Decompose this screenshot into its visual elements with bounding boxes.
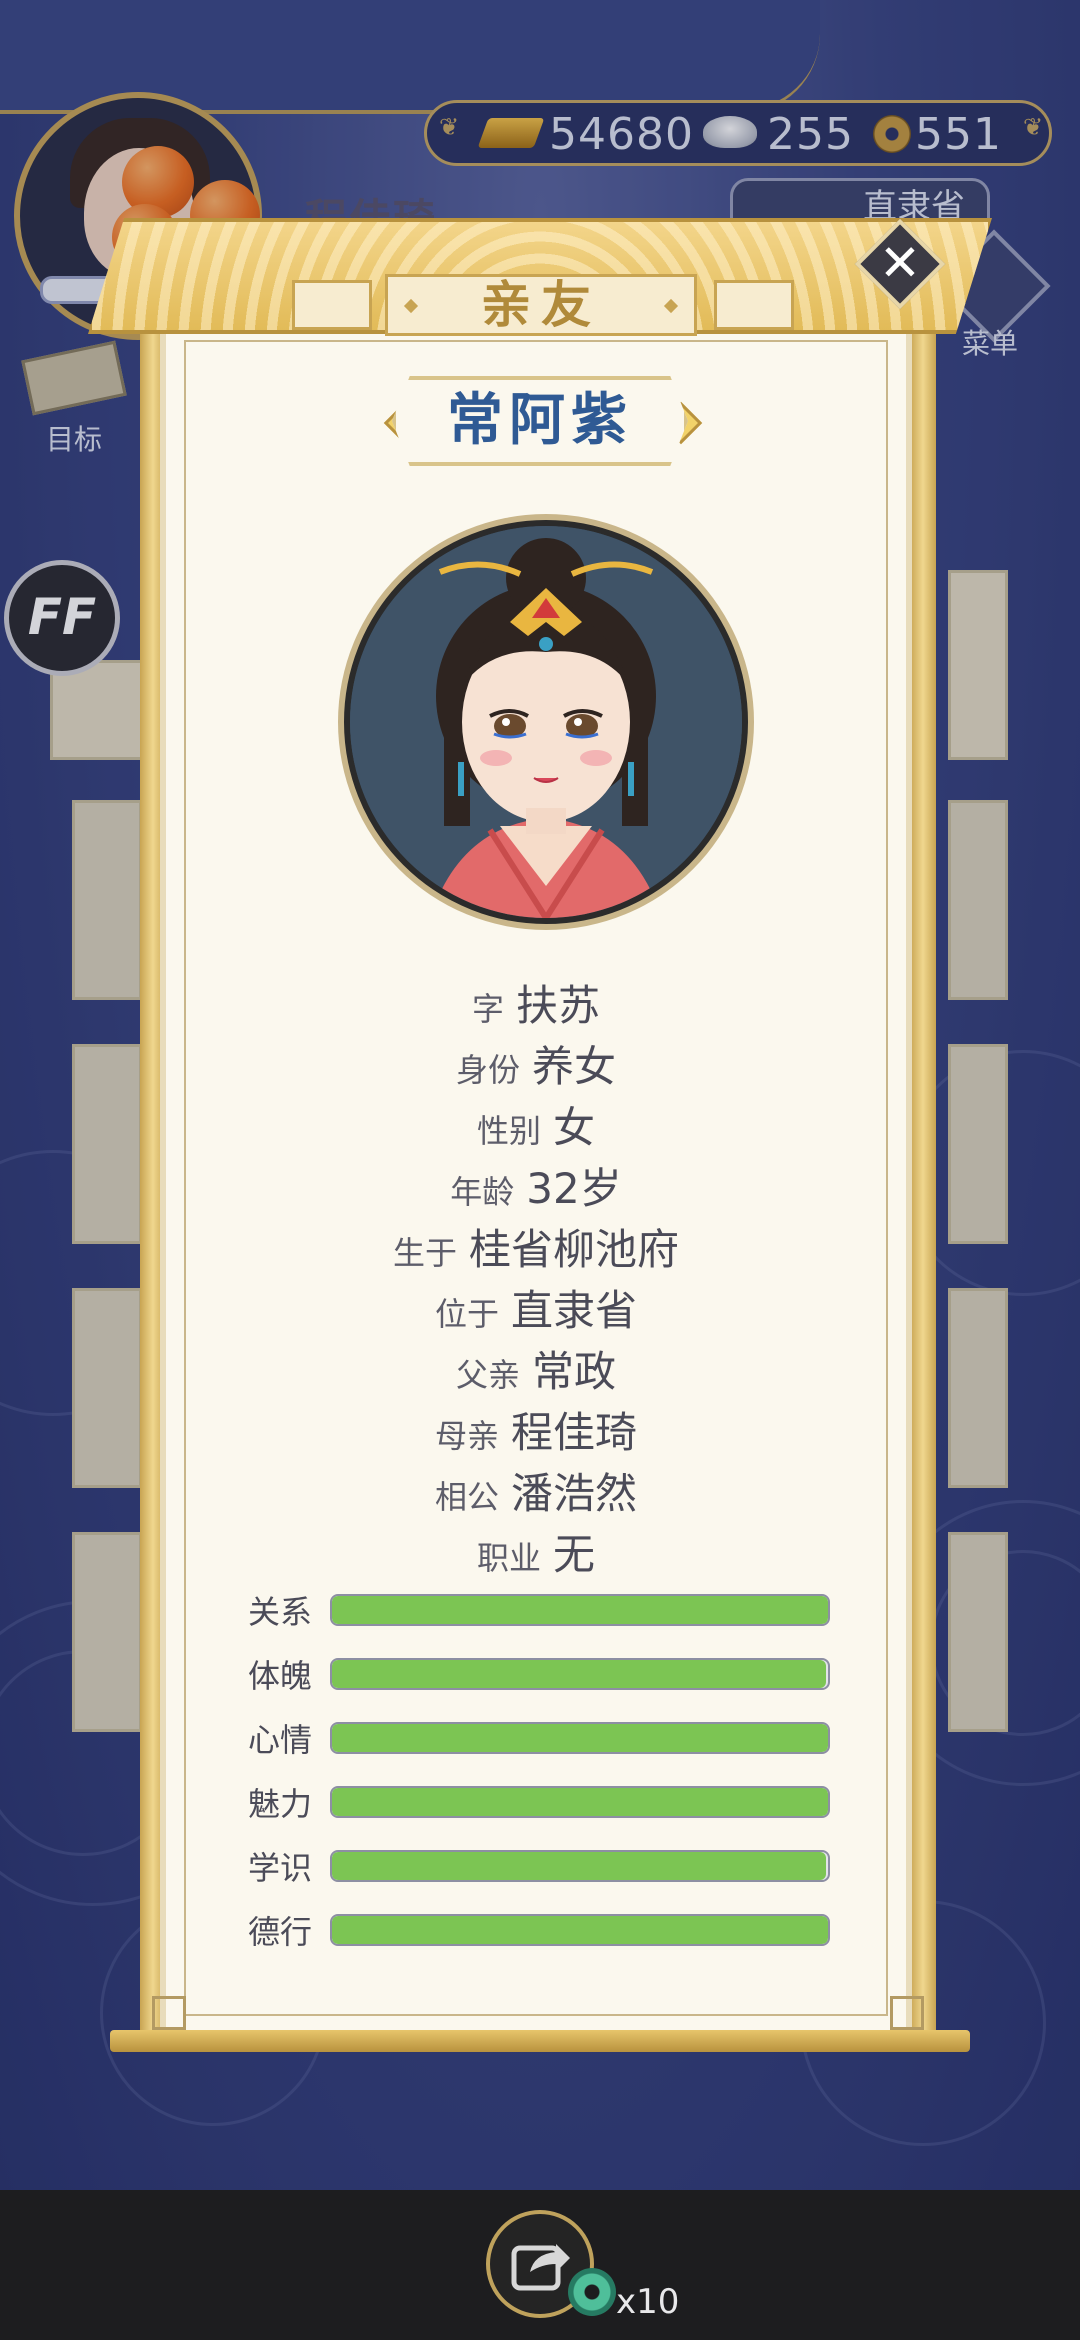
- info-label: 字: [471, 990, 504, 1028]
- info-value: 直隶省: [511, 1286, 638, 1335]
- info-label: 父亲: [455, 1356, 520, 1394]
- info-label: 身份: [455, 1051, 520, 1089]
- info-row-identity: 身份 养女: [160, 1033, 912, 1094]
- scroll-rod-right: [910, 330, 936, 2040]
- stat-bar-fill: [332, 1660, 826, 1688]
- stat-knowledge: 学识: [248, 1848, 832, 1888]
- stat-virtue: 德行: [248, 1912, 832, 1952]
- info-value: 养女: [532, 1042, 617, 1091]
- info-row-courtesy-name: 字扶苏: [160, 972, 912, 1033]
- stat-label: 心情: [248, 1721, 313, 1759]
- stat-charm: 魅力: [248, 1784, 832, 1824]
- panel-corner-ornament: [890, 1996, 924, 2030]
- character-name-plaque: 常阿紫: [392, 376, 688, 466]
- stat-mood: 心情: [248, 1720, 832, 1760]
- stat-physique: 体魄: [248, 1656, 832, 1696]
- info-label: 生于: [392, 1234, 457, 1272]
- info-row-location: 位于 直隶省: [160, 1277, 912, 1338]
- info-value: 潘浩然: [511, 1469, 638, 1518]
- info-value: 常政: [532, 1347, 617, 1396]
- stat-bar-track: [330, 1722, 830, 1754]
- character-name: 常阿紫: [447, 388, 633, 453]
- stat-bar-track: [330, 1658, 830, 1690]
- panel-title: 亲友: [481, 276, 601, 334]
- stat-bar-fill: [332, 1852, 826, 1880]
- scroll-bottom-rod: [110, 2030, 970, 2052]
- stat-relationship: 关系: [248, 1592, 832, 1632]
- jade-coin-icon: [568, 2268, 616, 2316]
- stat-label: 德行: [248, 1913, 313, 1951]
- stat-bar-fill: [332, 1724, 828, 1752]
- character-portrait: [344, 520, 748, 924]
- portrait-illustration: [350, 526, 742, 918]
- info-row-occupation: 职业无: [160, 1521, 912, 1582]
- stat-bar-fill: [332, 1596, 828, 1624]
- info-row-birthplace: 生于 桂省柳池府: [160, 1216, 912, 1277]
- info-row-father: 父亲 常政: [160, 1338, 912, 1399]
- header-side-plaque: [292, 280, 372, 330]
- stat-bar-fill: [332, 1916, 828, 1944]
- info-value: 程佳琦: [511, 1408, 638, 1457]
- info-value: 无: [553, 1530, 596, 1579]
- title-dot: [663, 298, 679, 314]
- header-side-plaque: [714, 280, 794, 330]
- close-icon[interactable]: ✕: [868, 232, 932, 296]
- info-row-age: 年龄 32岁: [160, 1155, 912, 1216]
- info-value: 女: [553, 1103, 596, 1152]
- stat-label: 关系: [248, 1593, 313, 1631]
- info-value: 桂省柳池府: [469, 1225, 680, 1274]
- panel-corner-ornament: [152, 1996, 186, 2030]
- panel-title-plaque: 亲友: [385, 274, 697, 336]
- info-label: 职业: [476, 1539, 541, 1577]
- info-row-husband: 相公 潘浩然: [160, 1460, 912, 1521]
- stat-bar-track: [330, 1850, 830, 1882]
- info-label: 性别: [476, 1112, 541, 1150]
- stat-bar-track: [330, 1914, 830, 1946]
- title-dot: [403, 298, 419, 314]
- info-label: 相公: [434, 1478, 499, 1516]
- info-label: 年龄: [450, 1173, 515, 1211]
- info-value: 扶苏: [516, 981, 601, 1030]
- stat-label: 体魄: [248, 1657, 313, 1695]
- stat-label: 魅力: [248, 1785, 313, 1823]
- info-label: 位于: [434, 1295, 499, 1333]
- stat-bar-fill: [332, 1788, 828, 1816]
- info-label: 母亲: [434, 1417, 499, 1455]
- info-value: 32岁: [526, 1164, 622, 1213]
- share-reward-count: x10: [616, 2282, 680, 2322]
- stat-bar-track: [330, 1594, 830, 1626]
- stat-bar-track: [330, 1786, 830, 1818]
- stat-label: 学识: [248, 1849, 313, 1887]
- info-row-gender: 性别女: [160, 1094, 912, 1155]
- info-row-mother: 母亲 程佳琦: [160, 1399, 912, 1460]
